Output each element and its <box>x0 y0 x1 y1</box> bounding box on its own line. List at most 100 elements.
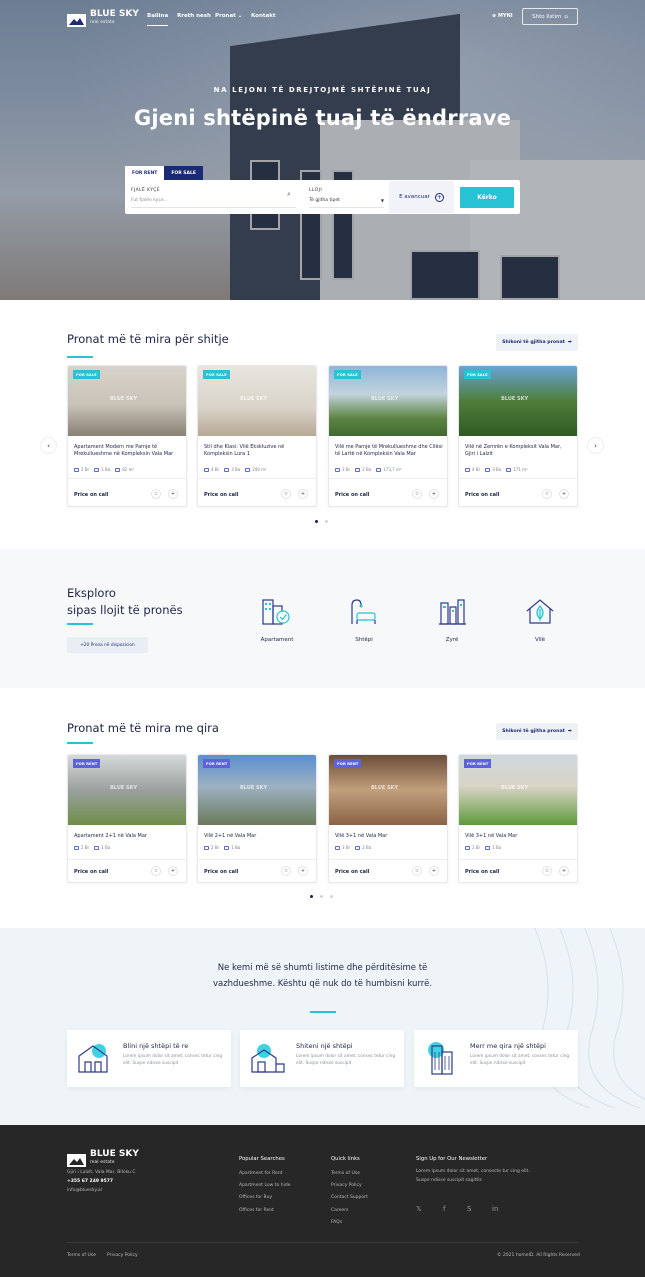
footer-link[interactable]: Careers <box>331 1208 348 1213</box>
footer-link[interactable]: Privacy Policy <box>331 1183 362 1188</box>
property-title[interactable]: Apartament Modern me Pamje të Mrekullues… <box>74 444 182 457</box>
type-house[interactable]: Shtëpi <box>334 597 394 643</box>
footer-link[interactable]: Contact Support <box>331 1195 368 1200</box>
compare-button[interactable]: + <box>429 489 439 499</box>
bath-icon <box>485 845 491 850</box>
footer-link[interactable]: FAQs <box>331 1220 342 1225</box>
type-office[interactable]: Zyrë <box>422 597 482 643</box>
compare-button[interactable]: + <box>298 489 308 499</box>
carousel-dot[interactable] <box>315 520 318 523</box>
property-card[interactable]: FOR SALE BLUE SKY Apartament Modern me Pam… <box>67 365 187 507</box>
footer-link[interactable]: Terms of Use <box>331 1171 360 1176</box>
property-title[interactable]: Stil dhe Klasi: Vilë Ekskluzive në Kompl… <box>204 444 312 457</box>
property-photo[interactable]: FOR RENT BLUE SKY <box>198 755 316 825</box>
facebook-icon[interactable]: f <box>443 1205 445 1213</box>
bed-icon <box>204 467 209 472</box>
property-title[interactable]: Apartament 2+1 në Vala Mar <box>74 833 182 840</box>
carousel-dot[interactable] <box>325 520 328 523</box>
type-label: LLOJI <box>309 188 323 193</box>
beds-feature: 2 Br <box>204 845 219 850</box>
view-all-sale-button[interactable]: Shikoni të gjitha pronat ➡ <box>496 334 578 351</box>
tab-for-rent[interactable]: FOR RENT <box>125 166 165 180</box>
favorite-button[interactable]: ☆ <box>542 489 552 499</box>
property-card[interactable]: FOR RENT BLUE SKY Apartament 2+1 në Vala M… <box>67 754 187 883</box>
property-photo[interactable]: FOR SALE BLUE SKY <box>68 366 186 436</box>
footer-logo[interactable]: BLUE SKY real estate <box>67 1150 139 1167</box>
favorite-button[interactable]: ☆ <box>281 489 291 499</box>
favorite-button[interactable]: ☆ <box>151 866 161 876</box>
nav-link-properties[interactable]: Pronat ⌄ <box>215 13 242 19</box>
property-photo[interactable]: FOR RENT BLUE SKY <box>68 755 186 825</box>
favorite-button[interactable]: ☆ <box>281 866 291 876</box>
language-switch[interactable]: ⊕ MYNI <box>492 13 513 19</box>
property-photo[interactable]: FOR RENT BLUE SKY <box>329 755 447 825</box>
property-title[interactable]: Vilë 3+1 në Vala Mar <box>465 833 573 840</box>
title-underline <box>67 356 93 358</box>
baths-feature: 2 Ba <box>355 467 371 472</box>
property-card[interactable]: FOR SALE BLUE SKY Stil dhe Klasi: Vilë Eks… <box>197 365 317 507</box>
footer-terms-link[interactable]: Terms of Use <box>67 1253 96 1258</box>
carousel-dot[interactable] <box>310 895 313 898</box>
feature-buy[interactable]: Blini një shtëpi të re Lorem ipsum dolor… <box>67 1030 231 1087</box>
divider <box>131 207 296 208</box>
compare-button[interactable]: + <box>298 866 308 876</box>
feature-rent[interactable]: Merr me qira një shtëpi Lorem ipsum dolo… <box>414 1030 578 1087</box>
apartment-icon <box>262 599 290 625</box>
area-icon <box>115 467 121 472</box>
brand-logo[interactable]: BLUE SKY real estate <box>67 10 139 27</box>
favorite-button[interactable]: ☆ <box>412 489 422 499</box>
footer-link[interactable]: Offices for Buy <box>239 1195 272 1200</box>
nav-link-contact[interactable]: Kontakt <box>251 13 276 19</box>
property-title[interactable]: Vilë me Pamje të Mrekullueshme dhe Cilës… <box>335 444 443 457</box>
footer-phone[interactable]: +355 67 249 9577 <box>67 1179 113 1184</box>
property-card[interactable]: FOR RENT BLUE SKY Vilë 2+1 në Vala Mar 2 Br… <box>197 754 317 883</box>
property-photo[interactable]: FOR SALE BLUE SKY <box>329 366 447 436</box>
nav-link-home[interactable]: Ballina <box>147 13 169 26</box>
view-all-rent-button[interactable]: Shikoni të gjitha pronat ➡ <box>496 723 578 740</box>
feature-text: Lorem ipsum dolor sit amet, consec tetur… <box>123 1054 223 1066</box>
favorite-button[interactable]: ☆ <box>151 489 161 499</box>
property-card[interactable]: FOR SALE BLUE SKY Vilë në Zemrën e Komplek… <box>458 365 578 507</box>
footer-privacy-link[interactable]: Privacy Policy <box>107 1253 138 1258</box>
footer-link[interactable]: Offices for Rent <box>239 1208 274 1213</box>
compare-button[interactable]: + <box>429 866 439 876</box>
carousel-prev-button[interactable]: ‹ <box>40 437 57 454</box>
carousel-dot[interactable] <box>330 895 333 898</box>
type-apartment[interactable]: Apartament <box>247 597 307 643</box>
advanced-search-button[interactable]: E avancuar + <box>389 181 454 213</box>
compare-button[interactable]: + <box>559 489 569 499</box>
compare-button[interactable]: + <box>168 866 178 876</box>
search-button[interactable]: Kërko <box>460 187 514 208</box>
tab-for-sale[interactable]: FOR SALE <box>164 166 203 180</box>
property-card[interactable]: FOR RENT BLUE SKY Vilë 3+1 në Vala Mar 3 Br… <box>328 754 448 883</box>
available-properties-button[interactable]: +20 Prona në dispozicion <box>67 637 148 653</box>
feature-sell[interactable]: Shiteni një shtëpi Lorem ipsum dolor sit… <box>240 1030 404 1087</box>
property-photo[interactable]: FOR SALE BLUE SKY <box>198 366 316 436</box>
type-villa[interactable]: Vilë <box>510 597 570 643</box>
property-card[interactable]: FOR SALE BLUE SKY Vilë me Pamje të Mrekull… <box>328 365 448 507</box>
property-title[interactable]: Vilë 2+1 në Vala Mar <box>204 833 312 840</box>
skype-icon[interactable]: S <box>467 1205 471 1213</box>
favorite-button[interactable]: ☆ <box>412 866 422 876</box>
property-title[interactable]: Vilë 3+1 në Vala Mar <box>335 833 443 840</box>
compare-button[interactable]: + <box>168 489 178 499</box>
twitter-icon[interactable]: 𝕏 <box>416 1205 422 1213</box>
carousel-next-button[interactable]: › <box>587 437 604 454</box>
type-select[interactable]: Të gjitha tipet ▼ <box>309 198 384 207</box>
property-photo[interactable]: FOR SALE BLUE SKY <box>459 366 577 436</box>
property-card[interactable]: FOR RENT BLUE SKY Vilë 3+1 në Vala Mar 3 Br… <box>458 754 578 883</box>
carousel-dot[interactable] <box>320 895 323 898</box>
add-listing-button[interactable]: Shto listim ⌂ <box>522 8 578 25</box>
footer-link[interactable]: Apartment for Rent <box>239 1171 282 1176</box>
property-photo[interactable]: FOR RENT BLUE SKY <box>459 755 577 825</box>
footer-email[interactable]: info@bluesky.al <box>67 1188 102 1193</box>
top-nav: BLUE SKY real estate Ballina Rreth nesh P… <box>0 0 645 36</box>
area-icon <box>506 467 512 472</box>
keyword-input[interactable]: Fut fjalën kyçe... <box>131 198 291 207</box>
compare-button[interactable]: + <box>559 866 569 876</box>
nav-link-about[interactable]: Rreth nesh <box>177 13 211 19</box>
favorite-button[interactable]: ☆ <box>542 866 552 876</box>
footer-link[interactable]: Apartment Low to hide <box>239 1183 290 1188</box>
property-title[interactable]: Vilë në Zemrën e Kompleksit Vala Mar, Gj… <box>465 444 573 457</box>
linkedin-icon[interactable]: in <box>492 1205 498 1213</box>
